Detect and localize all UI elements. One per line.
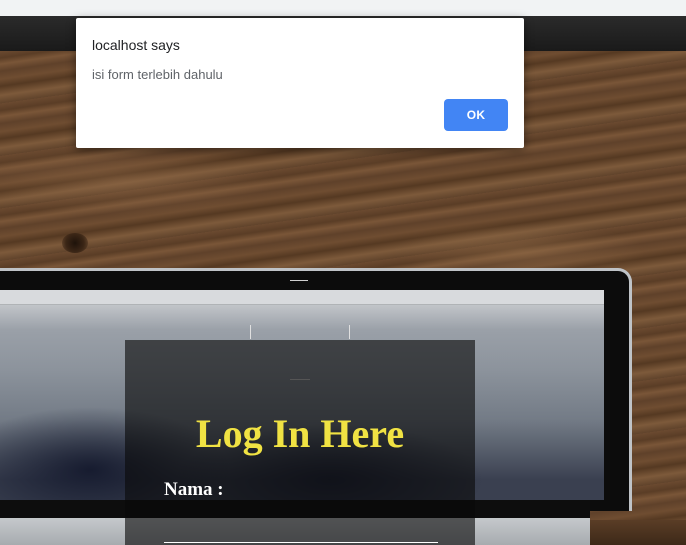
- alert-dialog: localhost says isi form terlebih dahulu …: [76, 18, 524, 148]
- decor-line: [250, 325, 251, 339]
- nama-label: Nama :: [164, 479, 224, 500]
- desk-corner: [590, 520, 686, 545]
- ok-button[interactable]: OK: [444, 99, 508, 131]
- laptop-screen-browser-bar: [0, 290, 604, 305]
- nama-input[interactable]: [164, 512, 438, 543]
- alert-message: isi form terlebih dahulu: [92, 67, 223, 82]
- decor-line: [349, 325, 350, 339]
- login-heading: Log In Here: [195, 411, 405, 456]
- browser-top-strip: [0, 0, 686, 16]
- decor-tick: [290, 280, 308, 281]
- wood-knot: [62, 233, 88, 253]
- alert-title: localhost says: [92, 37, 180, 53]
